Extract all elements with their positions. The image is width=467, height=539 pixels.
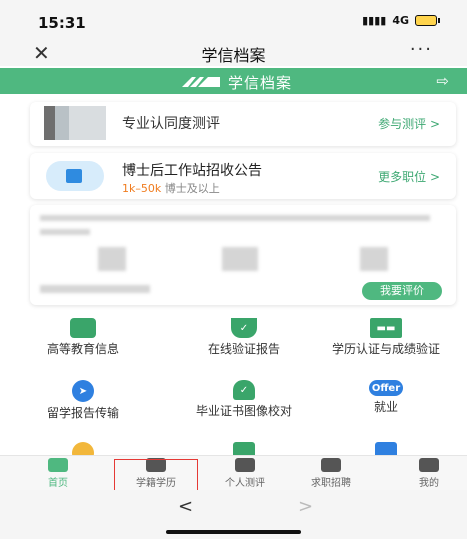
home-indicator	[166, 530, 301, 534]
tab-label: 求职招聘	[311, 478, 351, 489]
back-button[interactable]: <	[178, 496, 193, 517]
blurred-block	[98, 247, 126, 271]
eval-card[interactable]: 专业认同度测评 参与测评 >	[30, 102, 456, 146]
brand-bar: 学信档案 ⇨	[0, 68, 467, 94]
grid-item-partial	[8, 442, 158, 456]
clipboard-icon	[235, 458, 255, 472]
grid-item-partial	[169, 442, 319, 456]
grid-label: 高等教育信息	[46, 342, 119, 356]
check-icon	[233, 442, 255, 456]
page-title: 学信档案	[201, 46, 266, 65]
brand-name: 学信档案	[228, 74, 293, 92]
battery-icon	[415, 15, 440, 26]
highlight-box	[114, 459, 198, 492]
status-icons: ▮▮▮▮ 4G	[362, 14, 440, 27]
tab-bar: 首页 学籍学历 个人测评 求职招聘 我的	[0, 455, 467, 490]
status-time: 15:31	[38, 14, 86, 32]
graduate-icon	[70, 318, 96, 338]
more-icon[interactable]: ···	[410, 39, 433, 60]
rate-button[interactable]: 我要评价	[362, 282, 442, 300]
tab-label: 我的	[419, 478, 439, 489]
person-icon	[375, 442, 397, 456]
signal-icon: ▮▮▮▮	[362, 14, 387, 27]
job-link[interactable]: 更多职位 >	[378, 168, 440, 185]
smile-icon	[72, 442, 94, 456]
job-salary: 1k–50k	[122, 182, 162, 195]
briefcase-icon	[321, 458, 341, 472]
job-sub: 1k–50k 博士及以上	[122, 180, 220, 196]
blurred-text	[40, 215, 430, 221]
nav-bar: ✕ 学信档案 ···	[0, 39, 467, 66]
tab-assessment[interactable]: 个人测评	[205, 458, 285, 489]
job-label: 博士后工作站招收公告	[122, 163, 262, 179]
tab-jobs[interactable]: 求职招聘	[291, 458, 371, 489]
tab-home[interactable]: 首页	[18, 458, 98, 489]
tab-mine[interactable]: 我的	[389, 458, 467, 489]
eval-link[interactable]: 参与测评 >	[378, 115, 440, 132]
exit-icon[interactable]: ⇨	[436, 72, 449, 90]
send-icon: ➤	[72, 380, 94, 402]
building-icon	[46, 161, 104, 191]
grid-item-partial	[318, 442, 454, 456]
offer-icon: Offer	[369, 380, 403, 396]
job-requirement: 博士及以上	[164, 182, 220, 195]
grid-label: 毕业证书图像校对	[195, 404, 292, 418]
grid-item-overseas[interactable]: ➤ 留学报告传输	[8, 380, 158, 421]
grid-label: 在线验证报告	[207, 342, 280, 356]
blurred-block	[222, 247, 258, 271]
network-type: 4G	[392, 14, 409, 27]
job-card[interactable]: 博士后工作站招收公告 1k–50k 博士及以上 更多职位 >	[30, 153, 456, 199]
brand-logo-icon	[182, 77, 220, 87]
certificate-icon: ▬▬	[370, 318, 402, 338]
tab-label: 首页	[48, 478, 68, 489]
grid-item-education[interactable]: 高等教育信息	[8, 318, 158, 357]
grid-item-diploma-check[interactable]: ✓ 毕业证书图像校对	[169, 380, 319, 419]
blurred-text	[40, 229, 90, 235]
blurred-block	[360, 247, 388, 271]
grid-item-verify-report[interactable]: ✓ 在线验证报告	[169, 318, 319, 357]
grid-label: 就业	[373, 400, 398, 414]
user-check-icon: ✓	[233, 380, 255, 400]
grid-item-employment[interactable]: Offer 就业	[318, 380, 454, 415]
shield-check-icon: ✓	[231, 318, 257, 338]
grid-item-certification[interactable]: ▬▬ 学历认证与成绩验证	[318, 318, 454, 357]
eval-label: 专业认同度测评	[122, 116, 220, 132]
blurred-text	[40, 285, 150, 293]
status-bar: 15:31 ▮▮▮▮ 4G	[0, 0, 467, 40]
user-icon	[419, 458, 439, 472]
forward-button[interactable]: >	[298, 496, 313, 517]
eval-thumbnail	[44, 106, 106, 140]
tab-label: 个人测评	[225, 478, 265, 489]
rating-card: 我要评价	[30, 205, 456, 305]
home-icon	[48, 458, 68, 472]
grid-label: 留学报告传输	[46, 406, 119, 420]
browser-toolbar: < >	[0, 490, 467, 539]
grid-label: 学历认证与成绩验证	[331, 342, 440, 356]
